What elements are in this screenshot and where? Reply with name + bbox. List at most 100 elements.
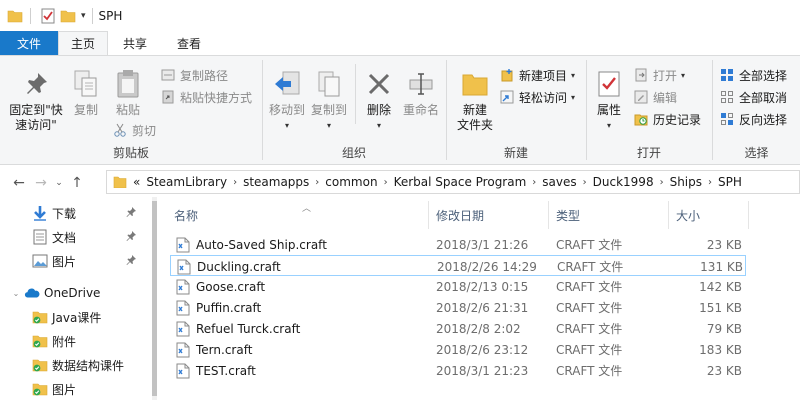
breadcrumb-item[interactable]: steamapps [243,175,309,189]
file-row[interactable]: Duckling.craft 2018/2/26 14:29 CRAFT 文件 131… [170,255,746,276]
nav-item[interactable]: ⌄ OneDrive [0,281,152,305]
breadcrumb-item[interactable]: SPH [718,175,742,189]
pin-icon[interactable] [126,230,136,244]
select-all-button[interactable]: 全部选择 [719,64,787,86]
file-name: TEST.craft [196,363,256,378]
file-row[interactable]: Tern.craft 2018/2/6 23:12 CRAFT 文件 183 KB [170,339,746,360]
column-divider[interactable] [428,201,429,229]
copy-to-button[interactable]: 复制到 ▾ [307,68,351,133]
open-button[interactable]: 打开 ▾ [633,64,685,86]
delete-button[interactable]: 删除 ▾ [359,68,399,133]
column-header-type[interactable]: 类型 [556,201,668,229]
edit-button[interactable]: 编辑 [633,86,677,108]
nav-item[interactable]: 数据结构课件 [0,353,152,377]
copy-path-button[interactable]: 复制路径 [160,64,228,86]
properties-button[interactable]: 属性 ▾ [589,68,629,133]
properties-check-icon[interactable] [39,7,57,25]
cut-button[interactable]: 剪切 [112,119,156,141]
pin-icon[interactable] [126,206,136,220]
select-none-label: 全部取消 [739,90,788,105]
rename-label: 重命名 [402,103,439,117]
paste-shortcut-button[interactable]: 粘贴快捷方式 [160,86,252,108]
nav-item[interactable]: Java课件 [0,305,152,329]
tab-file[interactable]: 文件 [0,31,58,55]
breadcrumb-chevron-icon[interactable]: › [532,177,536,188]
customize-toolbar-dropdown-icon[interactable]: ▾ [79,11,88,21]
nav-item[interactable]: 图片 [0,249,152,273]
column-divider[interactable] [668,201,669,229]
organize-group-label: 组织 [341,146,366,160]
pin-icon[interactable] [126,254,136,268]
file-type: CRAFT 文件 [556,343,623,357]
nav-item-label: 下载 [52,206,77,221]
breadcrumb-chevron-icon[interactable]: › [384,177,388,188]
breadcrumb-item[interactable]: common [325,175,377,189]
paste-button[interactable]: 粘贴 [108,68,148,118]
file-type: CRAFT 文件 [556,280,623,294]
file-size: 131 KB [700,259,743,274]
pin-quick-access-button[interactable]: 固定到"快 速访问" [4,68,68,133]
column-header-size[interactable]: 大小 [676,201,748,229]
nav-item[interactable]: 文档 [0,225,152,249]
easy-access-button[interactable]: 轻松访问 ▾ [499,86,575,108]
clipboard-group-label: 剪贴板 [112,146,149,160]
tab-home[interactable]: 主页 [58,31,108,55]
breadcrumb-item[interactable]: Duck1998 [593,175,654,189]
breadcrumb-item[interactable]: SteamLibrary [146,175,227,189]
file-size: 79 KB [706,321,742,336]
scrollbar-thumb[interactable] [152,201,157,396]
nav-item[interactable]: 图片 [0,377,152,400]
breadcrumb: « SteamLibrary › steamapps › common › Kerbal S… [133,175,742,189]
column-header-date[interactable]: 修改日期 [436,201,548,229]
craft-file-icon [176,300,190,315]
craft-file-icon [176,237,190,252]
move-to-button[interactable]: 移动到 ▾ [265,68,309,133]
tab-share[interactable]: 共享 [108,31,162,55]
forward-arrow-icon[interactable]: → [30,172,52,194]
column-divider[interactable] [548,201,549,229]
back-arrow-icon[interactable]: ← [8,172,30,194]
file-row[interactable]: Puffin.craft 2018/2/6 21:31 CRAFT 文件 151 KB [170,297,746,318]
file-row[interactable]: Auto-Saved Ship.craft 2018/3/1 21:26 CRAFT… [170,234,746,255]
column-divider[interactable] [748,201,749,229]
new-folder-button[interactable]: 新建 文件夹 [451,68,499,133]
address-bar[interactable]: « SteamLibrary › steamapps › common › Kerbal S… [106,170,800,194]
breadcrumb-chevron-icon[interactable]: › [708,177,712,188]
tab-view[interactable]: 查看 [162,31,216,55]
breadcrumb-item[interactable]: saves [542,175,576,189]
craft-file-icon [177,259,191,274]
nav-item[interactable]: 附件 [0,329,152,353]
recent-locations-chevron-icon[interactable]: ⌄ [52,172,66,194]
new-folder-icon[interactable] [59,7,77,25]
rename-button[interactable]: 重命名 [399,68,443,118]
file-row[interactable]: Goose.craft 2018/2/13 0:15 CRAFT 文件 142 KB [170,276,746,297]
file-type: CRAFT 文件 [556,301,623,315]
file-row[interactable]: Refuel Turck.craft 2018/2/8 2:02 CRAFT 文件 7… [170,318,746,339]
file-size: 23 KB [706,237,742,252]
navigation-pane-scrollbar[interactable] [152,197,157,400]
file-name-cell: Duckling.craft [177,256,281,277]
breadcrumb-chevron-icon[interactable]: › [315,177,319,188]
breadcrumb-chevron-icon[interactable]: › [583,177,587,188]
collapse-chevron-icon[interactable]: ⌄ [10,289,22,298]
copy-button[interactable]: 复制 [66,68,106,118]
invert-selection-button[interactable]: 反向选择 [719,108,787,130]
column-header-name[interactable]: 名称 ︿ [174,201,428,229]
breadcrumb-chevron-icon[interactable]: › [660,177,664,188]
cut-label: 剪切 [132,123,157,138]
nav-item-label: 图片 [52,254,77,269]
breadcrumb-item[interactable]: Kerbal Space Program [394,175,527,189]
breadcrumb-overflow[interactable]: « [133,175,140,189]
history-icon [633,111,649,127]
ribbon-home: 固定到"快 速访问" 复制 粘贴 复制路径 粘贴快捷方式 剪切 剪贴板 移动到 … [0,55,800,165]
select-none-button[interactable]: 全部取消 [719,86,787,108]
breadcrumb-item[interactable]: Ships [670,175,702,189]
up-arrow-icon[interactable]: ↑ [66,172,88,194]
history-button[interactable]: 历史记录 [633,108,701,130]
file-name: Auto-Saved Ship.craft [196,237,327,252]
column-header-date-label: 修改日期 [436,208,485,223]
file-row[interactable]: TEST.craft 2018/3/1 21:23 CRAFT 文件 23 KB [170,360,746,381]
new-item-button[interactable]: 新建项目 ▾ [499,64,575,86]
nav-item[interactable]: 下载 [0,201,152,225]
breadcrumb-chevron-icon[interactable]: › [233,177,237,188]
